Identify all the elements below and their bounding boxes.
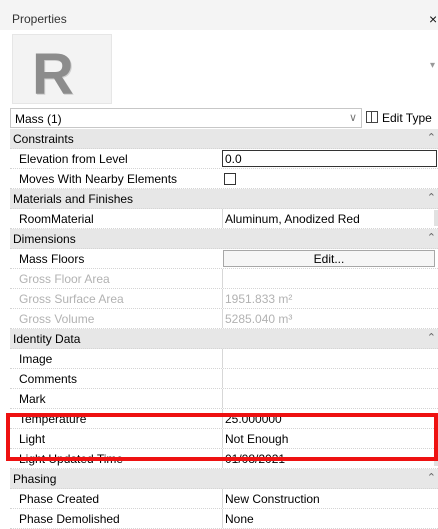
edit-type-label: Edit Type bbox=[382, 111, 432, 125]
property-row[interactable]: Gross Volume 5285.040 m³ bbox=[10, 309, 438, 329]
group-header[interactable]: Constraints ⌃ bbox=[10, 129, 438, 149]
property-label: Phase Created bbox=[19, 492, 100, 506]
collapse-icon[interactable]: ⌃ bbox=[427, 191, 436, 204]
property-row[interactable]: Elevation from Level 0.0 bbox=[10, 149, 438, 169]
property-value-cell: 1951.833 m² bbox=[222, 289, 438, 308]
group-title: Materials and Finishes bbox=[13, 192, 134, 206]
highlight-rectangle bbox=[6, 413, 438, 461]
property-value-cell bbox=[222, 269, 438, 288]
property-row[interactable]: Gross Floor Area bbox=[10, 269, 438, 289]
mass-floors-edit-button[interactable]: Edit... bbox=[223, 250, 435, 267]
edit-type-icon bbox=[366, 111, 378, 123]
property-label: Mark bbox=[19, 392, 46, 406]
property-label: Gross Surface Area bbox=[19, 292, 124, 306]
property-value-cell[interactable] bbox=[222, 389, 438, 408]
type-preview-image: R bbox=[12, 34, 112, 107]
group-header[interactable]: Materials and Finishes ⌃ bbox=[10, 189, 438, 209]
edit-type-button[interactable]: Edit Type bbox=[366, 111, 432, 125]
property-row[interactable]: Mark bbox=[10, 389, 438, 409]
panel-title: Properties bbox=[12, 12, 67, 26]
property-value-cell: 5285.040 m³ bbox=[222, 309, 438, 328]
properties-titlebar: Properties × bbox=[0, 0, 438, 30]
close-icon[interactable]: × bbox=[429, 11, 437, 27]
cell-edge bbox=[434, 210, 438, 226]
property-label: Elevation from Level bbox=[19, 152, 128, 166]
property-label: Mass Floors bbox=[19, 252, 85, 266]
type-selector-bar: Mass (1) ∨ Edit Type bbox=[10, 108, 438, 128]
property-value: 0.0 bbox=[225, 152, 242, 166]
revit-logo-icon: R bbox=[32, 42, 74, 107]
property-value-cell[interactable] bbox=[222, 369, 438, 388]
property-value-cell[interactable]: New Construction bbox=[222, 489, 438, 508]
property-label: Gross Floor Area bbox=[19, 272, 110, 286]
property-row[interactable]: Comments bbox=[10, 369, 438, 389]
collapse-icon[interactable]: ⌃ bbox=[427, 331, 436, 344]
property-value: New Construction bbox=[225, 492, 320, 506]
property-row[interactable]: Image bbox=[10, 349, 438, 369]
group-title: Constraints bbox=[13, 132, 74, 146]
moves-with-elements-checkbox[interactable] bbox=[224, 173, 236, 185]
property-value-cell[interactable] bbox=[222, 349, 438, 368]
property-label: Phase Demolished bbox=[19, 512, 120, 526]
collapse-icon[interactable]: ⌃ bbox=[427, 231, 436, 244]
type-selector-value: Mass (1) bbox=[15, 112, 62, 126]
property-row[interactable]: Gross Surface Area 1951.833 m² bbox=[10, 289, 438, 309]
collapse-icon[interactable]: ⌃ bbox=[427, 471, 436, 484]
property-value-cell[interactable]: None bbox=[222, 509, 438, 528]
property-row[interactable]: Phase Created New Construction bbox=[10, 489, 438, 509]
property-value-cell[interactable]: Aluminum, Anodized Red bbox=[222, 209, 438, 228]
property-value: 5285.040 m³ bbox=[225, 312, 293, 326]
property-value: Aluminum, Anodized Red bbox=[225, 212, 360, 226]
group-header[interactable]: Phasing ⌃ bbox=[10, 469, 438, 489]
property-row[interactable]: Moves With Nearby Elements bbox=[10, 169, 438, 189]
property-label: Gross Volume bbox=[19, 312, 95, 326]
properties-grid: Constraints ⌃ Elevation from Level 0.0 Moves… bbox=[10, 129, 438, 529]
group-header[interactable]: Identity Data ⌃ bbox=[10, 329, 438, 349]
property-label: Image bbox=[19, 352, 53, 366]
collapse-icon[interactable]: ⌃ bbox=[427, 131, 436, 144]
property-value: None bbox=[225, 512, 254, 526]
group-title: Dimensions bbox=[13, 232, 76, 246]
property-row[interactable]: RoomMaterial Aluminum, Anodized Red bbox=[10, 209, 438, 229]
property-label: Comments bbox=[19, 372, 78, 386]
type-selector-dropdown[interactable]: Mass (1) ∨ bbox=[10, 108, 362, 128]
chevron-down-icon[interactable]: ∨ bbox=[349, 111, 357, 124]
group-title: Identity Data bbox=[13, 332, 81, 346]
group-header[interactable]: Dimensions ⌃ bbox=[10, 229, 438, 249]
property-row[interactable]: Mass Floors Edit... bbox=[10, 249, 438, 269]
elevation-input[interactable]: 0.0 bbox=[222, 150, 437, 167]
property-label: RoomMaterial bbox=[19, 212, 94, 226]
property-label: Moves With Nearby Elements bbox=[19, 172, 178, 186]
property-value: 1951.833 m² bbox=[225, 292, 293, 306]
group-title: Phasing bbox=[13, 472, 57, 486]
preview-expander-icon[interactable]: ▾ bbox=[430, 60, 435, 71]
button-label: Edit... bbox=[313, 252, 345, 266]
property-row[interactable]: Phase Demolished None bbox=[10, 509, 438, 529]
